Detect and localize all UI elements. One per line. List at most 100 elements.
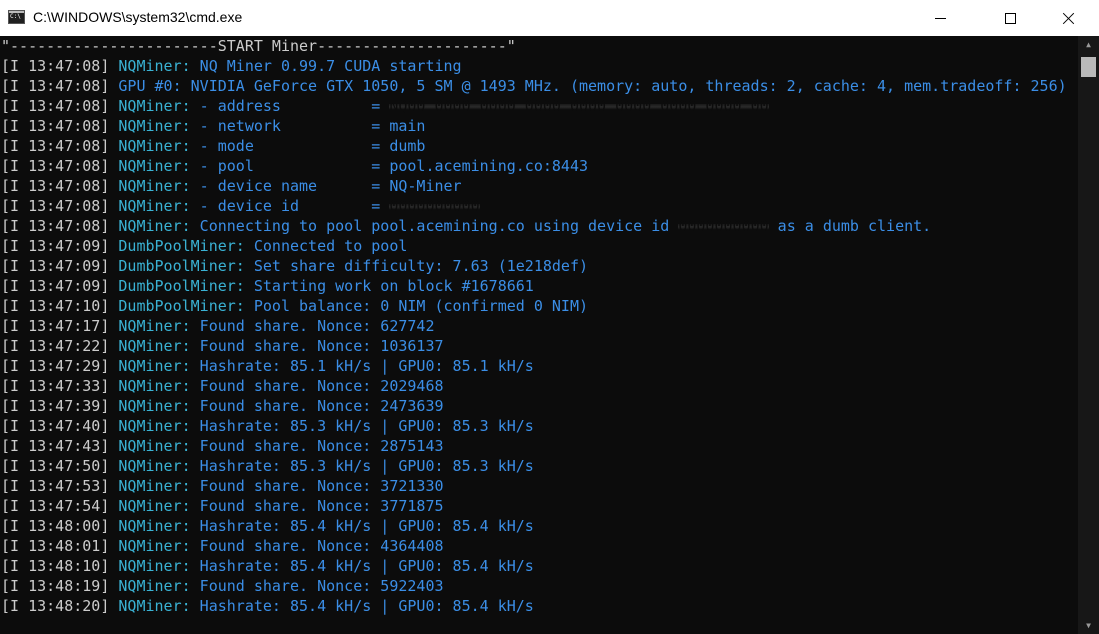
log-message: Hashrate: 85.4 kH/s | GPU0: 85.4 kH/s [190,597,534,615]
log-timestamp: [I 13:47:09] [1,257,110,275]
log-message: - pool = pool.acemining.co:8443 [190,157,589,175]
maximize-icon [1004,12,1016,24]
log-source: DumbPoolMiner: [118,277,245,295]
log-source: NQMiner: [118,217,191,235]
close-icon [1062,12,1075,25]
log-timestamp: [I 13:47:50] [1,457,110,475]
console-line: [I 13:47:54] NQMiner: Found share. Nonce… [1,496,1078,516]
log-timestamp: [I 13:48:00] [1,517,110,535]
log-timestamp: [I 13:47:08] [1,57,110,75]
log-timestamp: [I 13:47:08] [1,137,110,155]
log-source: NQMiner: [118,417,191,435]
console-line: [I 13:47:53] NQMiner: Found share. Nonce… [1,476,1078,496]
log-message: Connecting to pool pool.acemining.co usi… [190,217,679,235]
console-line: [I 13:48:00] NQMiner: Hashrate: 85.4 kH/… [1,516,1078,536]
log-source: NQMiner: [118,457,191,475]
console-line: [I 13:48:01] NQMiner: Found share. Nonce… [1,536,1078,556]
title-bar[interactable]: C:\WINDOWS\system32\cmd.exe [0,0,1099,36]
log-source: NQMiner: [118,377,191,395]
console-line: [I 13:47:40] NQMiner: Hashrate: 85.3 kH/… [1,416,1078,436]
log-timestamp: [I 13:47:08] [1,177,110,195]
log-message: Found share. Nonce: 4364408 [190,537,444,555]
log-message: Found share. Nonce: 3721330 [190,477,444,495]
console-line: [I 13:47:08] NQMiner: NQ Miner 0.99.7 CU… [1,56,1078,76]
log-source: DumbPoolMiner: [118,297,245,315]
log-message: Found share. Nonce: 5922403 [190,577,444,595]
redacted-value: 0000000000 [678,217,769,235]
log-message: Hashrate: 85.3 kH/s | GPU0: 85.3 kH/s [190,417,534,435]
log-source: NQMiner: [118,177,191,195]
log-timestamp: [I 13:47:33] [1,377,110,395]
console-line: [I 13:47:09] DumbPoolMiner: Starting wor… [1,276,1078,296]
scroll-thumb[interactable] [1081,57,1096,77]
log-source: NQMiner: [118,397,191,415]
console-window: C:\WINDOWS\system32\cmd.exe "-----------… [0,0,1099,634]
log-message: Found share. Nonce: 2473639 [190,397,444,415]
scroll-up-arrow-icon[interactable]: ▲ [1078,36,1099,53]
log-message: - address = [190,97,390,115]
log-timestamp: [I 13:47:09] [1,237,110,255]
log-timestamp: [I 13:47:53] [1,477,110,495]
minimize-button[interactable] [917,0,963,36]
log-source: NQMiner: [118,317,191,335]
console-line: [I 13:47:08] NQMiner: - mode = dumb [1,136,1078,156]
log-timestamp: [I 13:47:54] [1,497,110,515]
log-message: Found share. Nonce: 1036137 [190,337,444,355]
log-timestamp: [I 13:47:17] [1,317,110,335]
close-button[interactable] [1045,0,1091,36]
console-line: [I 13:47:09] DumbPoolMiner: Connected to… [1,236,1078,256]
maximize-button[interactable] [987,0,1033,36]
vertical-scrollbar[interactable]: ▲ ▼ [1078,36,1099,634]
console-line: [I 13:47:33] NQMiner: Found share. Nonce… [1,376,1078,396]
log-source: DumbPoolMiner: [118,237,245,255]
log-source: NQMiner: [118,437,191,455]
log-message: Connected to pool [244,237,408,255]
log-source: NQMiner: [118,477,191,495]
log-message: Set share difficulty: 7.63 (1e218def) [244,257,589,275]
log-message: Hashrate: 85.4 kH/s | GPU0: 85.4 kH/s [190,557,534,575]
console-line: [I 13:47:29] NQMiner: Hashrate: 85.1 kH/… [1,356,1078,376]
console-line: [I 13:48:10] NQMiner: Hashrate: 85.4 kH/… [1,556,1078,576]
minimize-icon [934,17,946,19]
console-line: [I 13:47:09] DumbPoolMiner: Set share di… [1,256,1078,276]
log-source: NQMiner: [118,137,191,155]
console-line: [I 13:47:43] NQMiner: Found share. Nonce… [1,436,1078,456]
log-timestamp: [I 13:48:19] [1,577,110,595]
scroll-down-arrow-icon[interactable]: ▼ [1078,617,1099,634]
log-source: NQMiner: [118,97,191,115]
console-line: [I 13:47:10] DumbPoolMiner: Pool balance… [1,296,1078,316]
log-message: Found share. Nonce: 627742 [190,317,435,335]
redacted-value: 0000000000 [389,197,480,215]
console-line: [I 13:47:08] NQMiner: - address = NQ00 0… [1,96,1078,116]
log-timestamp: [I 13:48:20] [1,597,110,615]
log-source: NQMiner: [118,157,191,175]
log-source: NQMiner: [118,117,191,135]
console-line: [I 13:47:08] NQMiner: Connecting to pool… [1,216,1078,236]
console-output[interactable]: "-----------------------START Miner-----… [0,36,1078,634]
log-message: Starting work on block #1678661 [244,277,534,295]
log-message: Found share. Nonce: 2875143 [190,437,444,455]
log-source: NQMiner: [118,357,191,375]
console-line: [I 13:47:39] NQMiner: Found share. Nonce… [1,396,1078,416]
log-message: Hashrate: 85.4 kH/s | GPU0: 85.4 kH/s [190,517,534,535]
log-timestamp: [I 13:47:08] [1,117,110,135]
console-line: [I 13:47:08] GPU #0: NVIDIA GeForce GTX … [1,76,1078,96]
log-timestamp: [I 13:47:40] [1,417,110,435]
log-message: GPU #0: NVIDIA GeForce GTX 1050, 5 SM @ … [118,77,1067,95]
log-message: NQ Miner 0.99.7 CUDA starting [190,57,462,75]
log-timestamp: [I 13:47:29] [1,357,110,375]
log-timestamp: [I 13:47:08] [1,77,110,95]
log-message: - mode = dumb [190,137,426,155]
redacted-value: NQ00 0000 0000 0000 0000 0000 0000 0000 … [389,97,769,115]
log-message: Hashrate: 85.3 kH/s | GPU0: 85.3 kH/s [190,457,534,475]
log-timestamp: [I 13:47:08] [1,97,110,115]
log-source: NQMiner: [118,197,191,215]
log-source: NQMiner: [118,597,191,615]
console-line: [I 13:47:08] NQMiner: - network = main [1,116,1078,136]
log-timestamp: [I 13:47:08] [1,217,110,235]
console-line: [I 13:47:08] NQMiner: - device id = 0000… [1,196,1078,216]
log-source: NQMiner: [118,557,191,575]
cmd-app-icon[interactable] [8,10,25,24]
log-source: NQMiner: [118,57,191,75]
log-timestamp: [I 13:47:22] [1,337,110,355]
